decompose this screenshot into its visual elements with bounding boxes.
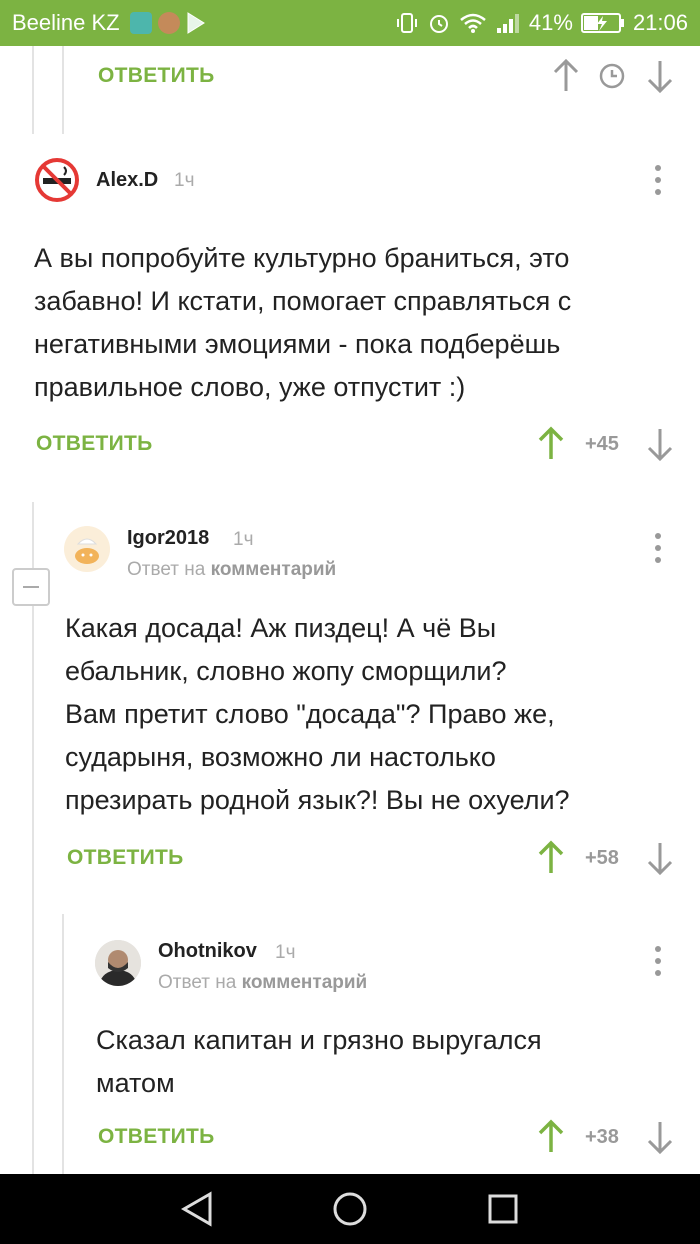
- status-bar: Beeline KZ 41% 21:06: [0, 0, 700, 46]
- upvote-icon[interactable]: [551, 58, 581, 94]
- thread-line: [62, 914, 64, 1174]
- username[interactable]: Ohotnikov: [158, 940, 257, 963]
- play-store-icon: [187, 12, 205, 34]
- more-options-icon[interactable]: [652, 533, 664, 563]
- more-options-icon[interactable]: [652, 165, 664, 195]
- reply-button[interactable]: ОТВЕТИТЬ: [98, 64, 215, 88]
- comment-text: Какая досада! Аж пиздец! А чё Вы ебальни…: [65, 613, 570, 815]
- downvote-icon[interactable]: [645, 426, 675, 462]
- username[interactable]: Alex.D: [96, 169, 158, 192]
- app-notification-icon: [129, 12, 152, 34]
- avatar[interactable]: [64, 526, 110, 572]
- avatar[interactable]: [34, 157, 80, 203]
- downvote-icon[interactable]: [645, 1119, 675, 1155]
- username[interactable]: Igor2018: [127, 527, 209, 550]
- recents-icon: [488, 1194, 518, 1224]
- avatar-image: [64, 526, 110, 572]
- home-button[interactable]: [320, 1179, 380, 1239]
- signal-icon: [496, 14, 519, 33]
- wifi-icon: [460, 13, 486, 33]
- more-options-icon[interactable]: [652, 946, 664, 976]
- comment-text: А вы попробуйте культурно браниться, это…: [34, 243, 572, 402]
- system-nav-bar: [0, 1174, 700, 1244]
- clock-icon: [599, 63, 625, 89]
- upvote-icon[interactable]: [536, 1119, 566, 1155]
- collapse-thread-button[interactable]: [12, 568, 50, 606]
- avatar-image: [95, 940, 141, 986]
- comment-rating: +45: [585, 433, 619, 455]
- comment-time: 1ч: [275, 942, 296, 963]
- reply-button[interactable]: ОТВЕТИТЬ: [98, 1125, 215, 1149]
- clock: 21:06: [632, 10, 688, 35]
- thread-line: [32, 46, 34, 134]
- thread-line: [62, 46, 64, 134]
- back-icon: [180, 1191, 212, 1227]
- upvote-icon[interactable]: [536, 840, 566, 876]
- vibrate-icon: [396, 13, 417, 33]
- recents-button[interactable]: [473, 1179, 533, 1239]
- upvote-icon[interactable]: [536, 426, 566, 462]
- home-icon: [333, 1192, 367, 1226]
- battery-charging-icon: [580, 13, 624, 33]
- downvote-icon[interactable]: [645, 840, 675, 876]
- reply-to-link[interactable]: Ответ на комментарий: [158, 972, 367, 994]
- comment-text: Сказал капитан и грязно выругался матом: [96, 1025, 542, 1098]
- battery-percent: 41%: [528, 10, 573, 35]
- comment-time: 1ч: [233, 529, 254, 550]
- no-smoking-icon: [35, 158, 79, 202]
- alarm-icon: [429, 15, 448, 33]
- carrier-name: Beeline KZ: [12, 10, 120, 35]
- comment-rating: +38: [585, 1126, 619, 1148]
- avatar-notification-icon: [157, 12, 180, 34]
- reply-to-link[interactable]: Ответ на комментарий: [127, 559, 336, 581]
- downvote-icon[interactable]: [645, 58, 675, 94]
- back-button[interactable]: [167, 1179, 227, 1239]
- comment-time: 1ч: [174, 170, 195, 191]
- reply-button[interactable]: ОТВЕТИТЬ: [67, 846, 184, 870]
- comment-rating: +58: [585, 847, 619, 869]
- reply-button[interactable]: ОТВЕТИТЬ: [36, 432, 153, 456]
- avatar[interactable]: [95, 940, 141, 986]
